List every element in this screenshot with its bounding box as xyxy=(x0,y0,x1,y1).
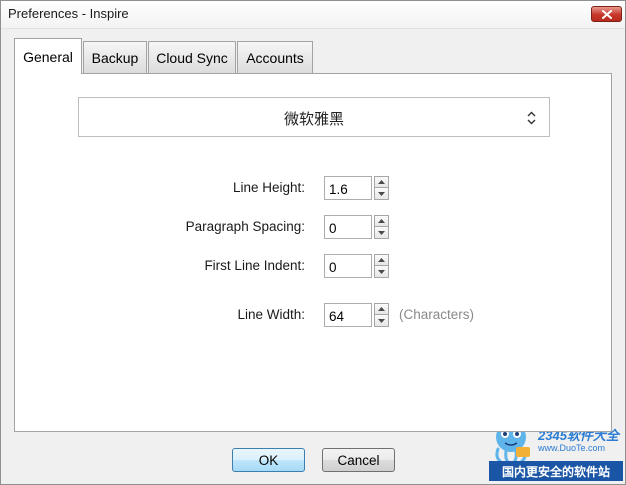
chevron-up-down-icon xyxy=(527,111,536,125)
line-width-decrement-button[interactable] xyxy=(374,315,389,327)
first-line-indent-stepper[interactable] xyxy=(374,254,389,278)
tab-cloud-sync-label: Cloud Sync xyxy=(156,49,228,66)
paragraph-spacing-decrement-button[interactable] xyxy=(374,227,389,239)
close-button[interactable] xyxy=(591,6,622,22)
arrow-down-icon xyxy=(378,191,385,196)
paragraph-spacing-stepper[interactable] xyxy=(374,215,389,239)
tab-cloud-sync[interactable]: Cloud Sync xyxy=(148,41,236,73)
tab-backup[interactable]: Backup xyxy=(83,41,147,73)
preferences-window: Preferences - Inspire General Backup Clo… xyxy=(0,0,626,485)
title-bar[interactable]: Preferences - Inspire xyxy=(1,1,625,29)
cancel-button-label: Cancel xyxy=(337,452,380,468)
line-width-increment-button[interactable] xyxy=(374,303,389,315)
line-width-input[interactable] xyxy=(324,303,372,327)
tab-general[interactable]: General xyxy=(14,38,82,74)
arrow-down-icon xyxy=(378,269,385,274)
tab-backup-label: Backup xyxy=(91,49,139,66)
first-line-indent-decrement-button[interactable] xyxy=(374,266,389,278)
arrow-up-icon xyxy=(378,258,385,262)
paragraph-spacing-label: Paragraph Spacing: xyxy=(185,219,305,234)
line-height-input[interactable] xyxy=(324,176,372,200)
ok-button[interactable]: OK xyxy=(232,448,305,472)
ok-button-label: OK xyxy=(258,452,279,468)
first-line-indent-input[interactable] xyxy=(324,254,372,278)
watermark-slogan: 国内更安全的软件站 xyxy=(489,461,623,481)
window-title: Preferences - Inspire xyxy=(8,6,129,21)
close-icon xyxy=(601,9,612,19)
arrow-up-icon xyxy=(378,219,385,223)
line-height-decrement-button[interactable] xyxy=(374,188,389,200)
tab-accounts-label: Accounts xyxy=(246,49,304,66)
paragraph-spacing-increment-button[interactable] xyxy=(374,215,389,227)
tab-accounts[interactable]: Accounts xyxy=(237,41,313,73)
first-line-indent-increment-button[interactable] xyxy=(374,254,389,266)
first-line-indent-label: First Line Indent: xyxy=(204,258,305,273)
line-width-stepper[interactable] xyxy=(374,303,389,327)
watermark-url: www.DuoTe.com xyxy=(538,443,606,453)
arrow-up-icon xyxy=(378,180,385,184)
cancel-button[interactable]: Cancel xyxy=(322,448,395,472)
line-height-label: Line Height: xyxy=(232,180,305,195)
arrow-down-icon xyxy=(378,230,385,235)
general-panel: 微软雅黑 Line Height: Paragraph Spacing: xyxy=(14,73,612,432)
line-height-increment-button[interactable] xyxy=(374,176,389,188)
arrow-down-icon xyxy=(378,318,385,323)
font-select-value: 微软雅黑 xyxy=(283,111,344,128)
line-width-label: Line Width: xyxy=(237,307,305,322)
tab-general-label: General xyxy=(23,48,73,65)
line-height-stepper[interactable] xyxy=(374,176,389,200)
paragraph-spacing-input[interactable] xyxy=(324,215,372,239)
arrow-up-icon xyxy=(378,307,385,311)
font-select[interactable]: 微软雅黑 xyxy=(78,97,550,137)
line-width-units: (Characters) xyxy=(399,307,475,322)
